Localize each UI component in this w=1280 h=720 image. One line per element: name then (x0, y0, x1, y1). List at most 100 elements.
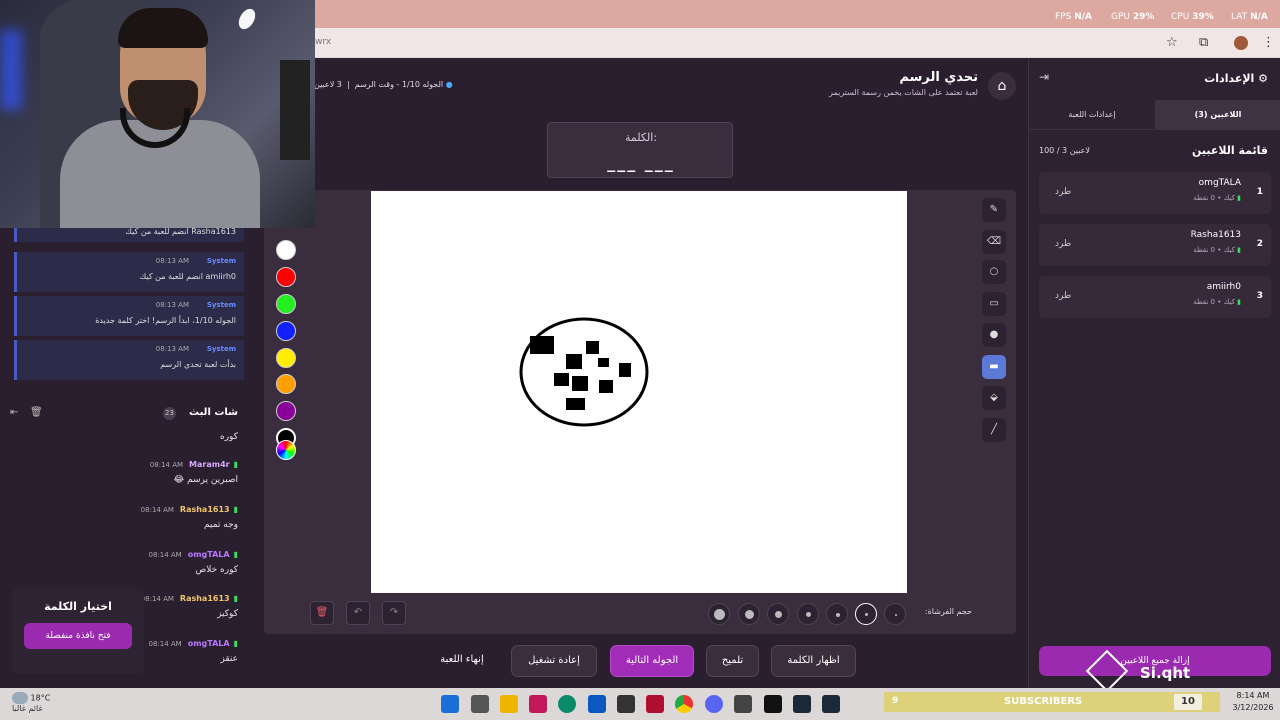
edge-icon[interactable] (558, 695, 576, 713)
color-swatch-purple[interactable] (276, 401, 296, 421)
system-clock[interactable]: 8:14 AM 3/12/2026 (1228, 690, 1278, 714)
capcut-icon[interactable] (764, 695, 782, 713)
app-icon[interactable] (734, 695, 752, 713)
extensions-icon[interactable]: ⧉ (1199, 35, 1208, 50)
app-icon[interactable] (617, 695, 635, 713)
end-game-button[interactable]: إنهاء اللعبة (420, 645, 504, 677)
filled-circle-tool[interactable]: ● (982, 323, 1006, 347)
brush-size-2[interactable] (855, 603, 877, 625)
circle-tool[interactable]: ○ (982, 260, 1006, 284)
system-message: System 08:13 AM amiirh0 انضم للعبة من كي… (14, 252, 244, 292)
system-message: System 08:13 AM الجوله 1/10، ابدأ الرسم!… (14, 296, 244, 336)
restart-button[interactable]: إعادة تشغيل (511, 645, 597, 677)
address-bar[interactable]: wrx (315, 37, 331, 47)
weather-widget[interactable]: 18°C غائم غالبا (12, 692, 50, 713)
game-header: ⌂ تحدي الرسم لعبة تعتمد على الشات يخمن ر… (252, 58, 1026, 110)
channel-watermark: Si.qht (1085, 649, 1208, 693)
eraser-tool[interactable]: ⌫ (982, 230, 1006, 254)
undo-button[interactable]: ↶ (346, 601, 370, 625)
rectangle-tool[interactable]: ▭ (982, 292, 1006, 316)
brush-size-1[interactable] (884, 603, 906, 625)
steam-icon[interactable] (793, 695, 811, 713)
player-count: 100 / 3 لاعبين (1039, 146, 1090, 155)
canvas-drawing (519, 317, 649, 427)
open-popup-button[interactable]: فتح نافذة منفصلة (24, 623, 132, 649)
task-view-icon[interactable] (471, 695, 489, 713)
drawing-canvas[interactable] (371, 191, 907, 593)
settings-title: الإعدادات ⚙ (1204, 72, 1268, 85)
chat-header: شات البث 23 ⇤ 🗑 (0, 404, 252, 424)
chat-message: 08:14 AM Rasha1613 ▮ وجه تميم (140, 505, 238, 530)
color-swatch-red[interactable] (276, 267, 296, 287)
chat-collapse-icon[interactable]: ⇤ (10, 407, 18, 418)
webcam-overlay (0, 0, 315, 228)
clear-canvas-button[interactable]: 🗑 (310, 601, 334, 625)
brush-size-7[interactable] (708, 603, 730, 625)
round-stats: الجوله 1/10 - وقت الرسم | 3 لاعبين ● (314, 80, 453, 89)
trash-icon[interactable]: 🗑 (30, 407, 43, 418)
cpu-stat: CPU 39% (1171, 12, 1214, 22)
page-subtitle: لعبة تعتمد على الشات يخمن رسمة الستريمر (829, 88, 978, 97)
tab-players[interactable]: اللاعبين (3) (1155, 100, 1280, 130)
color-swatch-white[interactable] (276, 240, 296, 260)
store-icon[interactable] (588, 695, 606, 713)
subscriber-goal-bar: 9 SUBSCRIBERS 10 (884, 692, 1220, 712)
pencil-tool[interactable]: ✎ (982, 198, 1006, 222)
page-title: تحدي الرسم (899, 70, 978, 85)
kick-button[interactable]: طرد (1055, 239, 1071, 249)
steam-icon[interactable] (822, 695, 840, 713)
chat-count-badge: 23 (163, 407, 176, 420)
fps-stat: FPS N/A (1055, 12, 1092, 22)
player-row: 2 Rasha1613 ▮ كيك • 0 نقطة طرد (1039, 224, 1271, 266)
brush-bar: حجم الفرشاة: ↷ ↶ 🗑 (302, 596, 976, 630)
color-swatch-green[interactable] (276, 294, 296, 314)
app-icon[interactable] (646, 695, 664, 713)
redo-button[interactable]: ↷ (382, 601, 406, 625)
bookmark-star-icon[interactable]: ☆ (1166, 35, 1178, 50)
brush-size-5[interactable] (767, 603, 789, 625)
kick-button[interactable]: طرد (1055, 291, 1071, 301)
lat-stat: LAT N/A (1231, 12, 1268, 22)
word-picker-panel: اختيار الكلمة فتح نافذة منفصلة (12, 588, 144, 674)
player-row: 3 amiirh0 ▮ كيك • 0 نقطة طرد (1039, 276, 1271, 318)
settings-panel: الإعدادات ⚙ ⇥ اللاعبين (3) إعدادات اللعب… (1028, 58, 1280, 688)
tool-bar: ✎ ⌫ ○ ▭ ● ▬ ⬙ ╱ (980, 198, 1008, 448)
gpu-stat: GPU 29% (1111, 12, 1155, 22)
profile-avatar[interactable] (1234, 36, 1248, 50)
chat-title: شات البث (189, 407, 238, 418)
tab-game-settings[interactable]: إعدادات اللعبة (1029, 100, 1155, 130)
fill-bucket-tool[interactable]: ⬙ (982, 386, 1006, 410)
brush-size-label: حجم الفرشاة: (924, 607, 972, 616)
color-palette (274, 216, 298, 468)
color-swatch-orange[interactable] (276, 374, 296, 394)
next-round-button[interactable]: الجوله التالية (610, 645, 694, 677)
home-button[interactable]: ⌂ (988, 72, 1016, 100)
color-swatch-blue[interactable] (276, 321, 296, 341)
app-icon[interactable] (529, 695, 547, 713)
player-row: 1 omgTALA ▮ كيك • 0 نقطة طرد (1039, 172, 1271, 214)
word-card: الكلمة: ___ ___ (547, 122, 733, 178)
player-list-title: قائمة اللاعبين (1192, 144, 1268, 157)
color-swatch-yellow[interactable] (276, 348, 296, 368)
windows-start-icon[interactable] (441, 695, 459, 713)
brush-size-4[interactable] (797, 603, 819, 625)
chat-message: 08:14 AM Maram4r ▮ اصبرين يرسم 😂 (149, 460, 238, 485)
hint-button[interactable]: تلميح (706, 645, 759, 677)
word-label: الكلمة: (624, 131, 658, 144)
word-blanks: ___ ___ (607, 153, 675, 172)
file-explorer-icon[interactable] (500, 695, 518, 713)
brush-size-6[interactable] (738, 603, 760, 625)
browser-menu-icon[interactable]: ⋮ (1262, 35, 1275, 50)
brush-size-3[interactable] (826, 603, 848, 625)
discord-icon[interactable] (705, 695, 723, 713)
line-tool[interactable]: ╱ (982, 418, 1006, 442)
chrome-icon[interactable] (675, 695, 693, 713)
collapse-panel-icon[interactable]: ⇥ (1039, 70, 1049, 84)
chat-message: كوره (220, 432, 238, 442)
custom-color-picker[interactable] (276, 440, 296, 460)
reveal-word-button[interactable]: اظهار الكلمة (771, 645, 856, 677)
system-message: System 08:13 AM بدأت لعبة تحدي الرسم (14, 340, 244, 380)
filled-rectangle-tool[interactable]: ▬ (982, 355, 1006, 379)
kick-button[interactable]: طرد (1055, 187, 1071, 197)
settings-tabs: اللاعبين (3) إعدادات اللعبة (1029, 100, 1280, 130)
